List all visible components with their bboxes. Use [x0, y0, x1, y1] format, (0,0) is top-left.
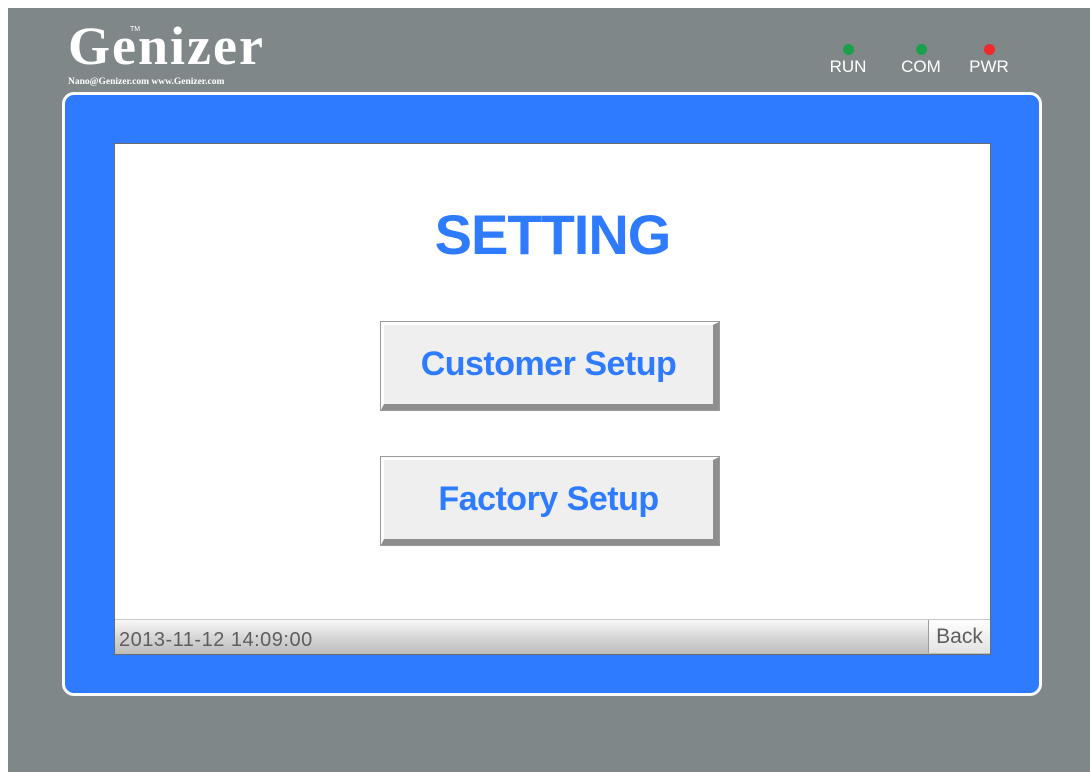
- customer-setup-button[interactable]: Customer Setup: [381, 322, 719, 410]
- com-led-icon: [915, 44, 927, 55]
- customer-setup-label: Customer Setup: [420, 345, 677, 383]
- pwr-label: PWR: [969, 57, 1009, 76]
- run-indicator: RUN: [828, 44, 868, 77]
- back-label: Back: [936, 624, 983, 648]
- brand-contact: Nano@Genizer.com www.Genizer.com: [68, 77, 225, 87]
- brand-trademark: TM: [130, 26, 141, 33]
- datetime-display: 2013-11-12 14:09:00: [119, 629, 313, 651]
- brand-name: Genizer: [68, 16, 265, 76]
- run-led-icon: [842, 44, 854, 55]
- pwr-indicator: PWR: [969, 44, 1009, 77]
- page-title: SETTING: [434, 203, 672, 266]
- touch-screen: SETTING Customer Setup Factory Setup 201…: [114, 143, 991, 655]
- com-label: COM: [901, 57, 941, 76]
- hmi-device: Genizer TM Nano@Genizer.com www.Genizer.…: [8, 8, 1090, 772]
- com-indicator: COM: [901, 44, 941, 77]
- brand-logo: Genizer TM Nano@Genizer.com www.Genizer.…: [68, 14, 328, 94]
- pwr-led-icon: [983, 44, 995, 55]
- back-button[interactable]: Back: [928, 620, 990, 653]
- factory-setup-label: Factory Setup: [438, 480, 659, 518]
- status-bar: 2013-11-12 14:09:00 Back: [115, 619, 990, 654]
- factory-setup-button[interactable]: Factory Setup: [381, 457, 719, 545]
- screen-frame: SETTING Customer Setup Factory Setup 201…: [62, 92, 1042, 696]
- run-label: RUN: [829, 57, 867, 76]
